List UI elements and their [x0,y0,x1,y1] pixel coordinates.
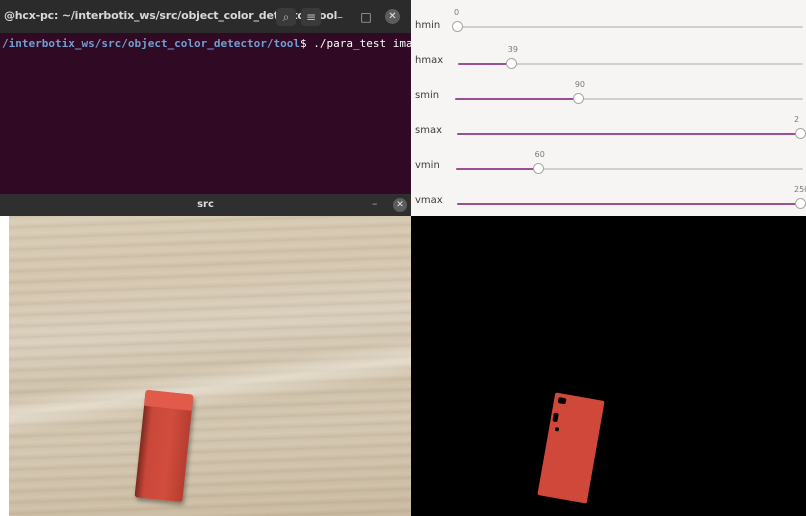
mask-noise-spot [554,426,560,432]
close-icon[interactable]: ✕ [393,198,407,212]
terminal-titlebar[interactable]: @hcx-pc: ~/interbotix_ws/src/object_colo… [0,0,411,33]
trackbar-handle[interactable] [795,128,806,139]
prompt-command: $ ./para_test image.png [300,37,411,50]
close-icon[interactable]: ✕ [385,9,400,24]
prompt-path: /interbotix_ws/src/object_color_detector… [2,37,301,50]
trackbar-value: 60 [534,150,545,159]
terminal-prompt-line[interactable]: /interbotix_ws/src/object_color_detector… [2,37,411,50]
minimize-icon[interactable]: – [372,197,378,210]
trackbar-fill [455,98,578,100]
minimize-icon[interactable]: – [330,8,350,26]
trackbar-row: smin 90 [411,76,806,112]
trackbar-row: vmax 250 [411,181,806,216]
trackbar-fill [457,203,801,205]
trackbar-label: smin [415,90,440,101]
trackbar-handle[interactable] [795,198,806,209]
menu-icon[interactable]: ≡ [301,8,321,26]
src-window-titlebar[interactable]: src – ✕ [0,194,411,216]
source-image [9,216,411,516]
mask-image [411,216,806,516]
mask-noise-spot [552,412,559,423]
terminal-window[interactable]: @hcx-pc: ~/interbotix_ws/src/object_colo… [0,0,411,194]
trackbar-handle[interactable] [505,58,517,69]
trackbar-track[interactable] [457,133,806,135]
src-window-title: src [197,199,214,210]
trackbar-value: 2 [794,115,800,124]
trackbar-row: hmax 39 [411,41,806,77]
trackbar-label: hmin [415,20,441,31]
trackbar-handle[interactable] [532,163,544,174]
trackbar-label: vmax [415,195,443,206]
trackbar-track[interactable] [457,26,803,28]
mask-noise-spot [557,397,567,405]
trackbar-track[interactable] [456,168,803,170]
trackbar-label: hmax [415,55,444,66]
trackbar-row: vmin 60 [411,146,806,182]
trackbar-fill [457,133,806,135]
trackbar-panel: hmin 0 hmax 39 smin 90 smax 2 vmin 60 vm… [411,0,806,216]
trackbar-value: 39 [507,45,518,54]
trackbar-fill [458,63,511,65]
trackbar-track[interactable] [455,98,803,100]
trackbar-label: vmin [415,160,440,171]
trackbar-handle[interactable] [452,21,463,32]
search-icon[interactable]: ⌕ [276,8,296,26]
trackbar-value: 90 [574,80,585,89]
trackbar-value: 250 [794,185,806,194]
trackbar-fill [456,168,538,170]
trackbar-handle[interactable] [572,93,584,104]
detected-red-region [537,392,605,504]
trackbar-value: 0 [454,8,460,17]
maximize-icon[interactable]: □ [356,8,376,26]
trackbar-label: smax [415,125,442,136]
trackbar-track[interactable] [457,203,801,205]
trackbar-row: hmin 0 [411,6,806,42]
trackbar-row: smax 2 [411,111,806,147]
